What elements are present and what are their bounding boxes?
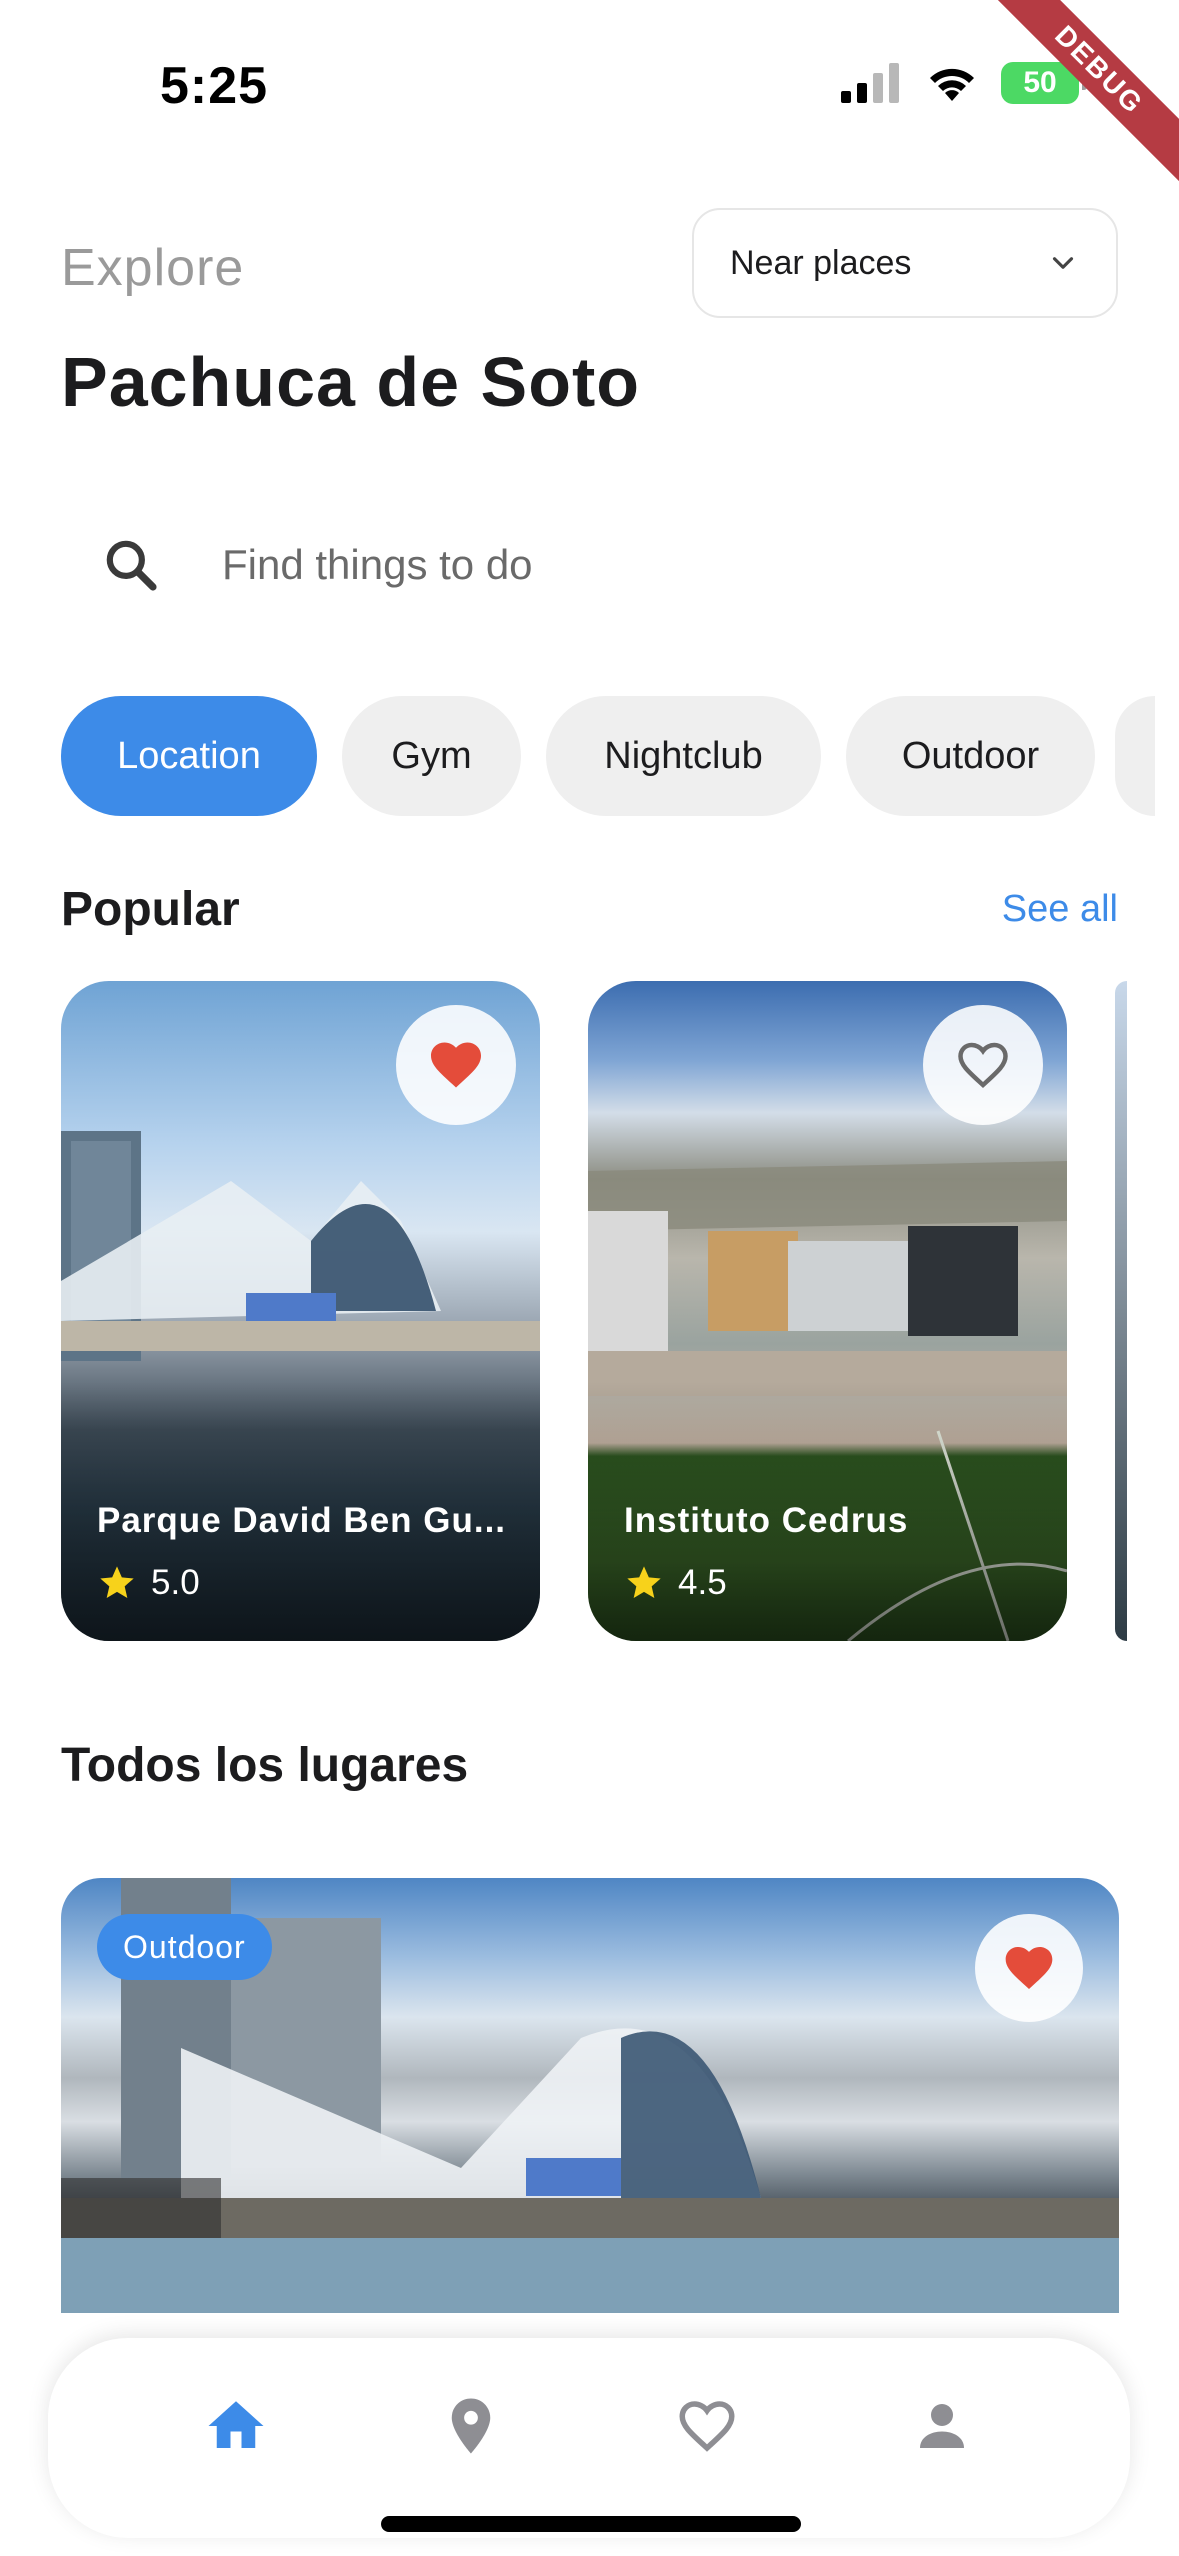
place-card[interactable]: Outdoor (61, 1878, 1119, 2313)
category-chips: Location Gym Nightclub Outdoor (61, 696, 1095, 816)
home-icon (208, 2401, 264, 2448)
chevron-down-icon (1052, 257, 1074, 269)
nav-profile[interactable] (887, 2371, 997, 2481)
city-title: Pachuca de Soto (61, 343, 641, 421)
status-bar: 5:25 50 DEBUG (0, 0, 1179, 192)
rating-value: 5.0 (151, 1563, 200, 1602)
star-icon (627, 1566, 661, 1598)
wifi-icon (930, 68, 974, 101)
bottom-nav (48, 2338, 1130, 2538)
popular-card-partial[interactable] (1115, 981, 1127, 1641)
location-pin-icon (452, 2398, 491, 2454)
near-places-dropdown[interactable]: Near places (692, 208, 1118, 318)
nav-favorites[interactable] (652, 2371, 762, 2481)
heart-filled-icon (431, 1042, 481, 1088)
chip-partial[interactable] (1115, 696, 1155, 816)
popular-card[interactable]: Instituto Cedrus 4.5 (588, 981, 1067, 1641)
favorite-button[interactable] (923, 1005, 1043, 1125)
place-rating: 5.0 (97, 1563, 200, 1603)
status-time: 5:25 (160, 57, 269, 115)
favorite-button[interactable] (975, 1914, 1083, 2022)
all-places-section-title: Todos los lugares (61, 1739, 469, 1792)
place-name: Parque David Ben Gu... (97, 1501, 507, 1540)
search-icon (106, 540, 157, 591)
heart-outline-icon (958, 1042, 1008, 1089)
near-places-value: Near places (730, 243, 912, 282)
place-rating: 4.5 (624, 1563, 727, 1603)
category-tag: Outdoor (97, 1914, 272, 1980)
popular-section-title: Popular (61, 883, 240, 936)
place-name: Instituto Cedrus (624, 1501, 909, 1540)
heart-filled-icon (1005, 1947, 1053, 1989)
nav-home[interactable] (181, 2371, 291, 2481)
cellular-signal-icon (841, 63, 899, 103)
chip-nightclub[interactable]: Nightclub (546, 696, 821, 816)
see-all-link[interactable]: See all (1002, 888, 1118, 931)
rating-value: 4.5 (678, 1563, 727, 1602)
nav-map[interactable] (416, 2371, 526, 2481)
home-indicator (381, 2516, 801, 2532)
search-input[interactable] (222, 541, 1022, 589)
chip-gym[interactable]: Gym (342, 696, 521, 816)
person-icon (920, 2404, 965, 2448)
favorite-button[interactable] (396, 1005, 516, 1125)
popular-card[interactable]: Parque David Ben Gu... 5.0 (61, 981, 540, 1641)
heart-icon (679, 2401, 735, 2452)
battery-level: 50 (1023, 66, 1057, 99)
star-icon (100, 1566, 134, 1598)
search-bar[interactable] (100, 520, 1080, 610)
chip-outdoor[interactable]: Outdoor (846, 696, 1095, 816)
status-icons: 50 (841, 62, 1087, 104)
chip-location[interactable]: Location (61, 696, 317, 816)
explore-label: Explore (61, 239, 245, 297)
